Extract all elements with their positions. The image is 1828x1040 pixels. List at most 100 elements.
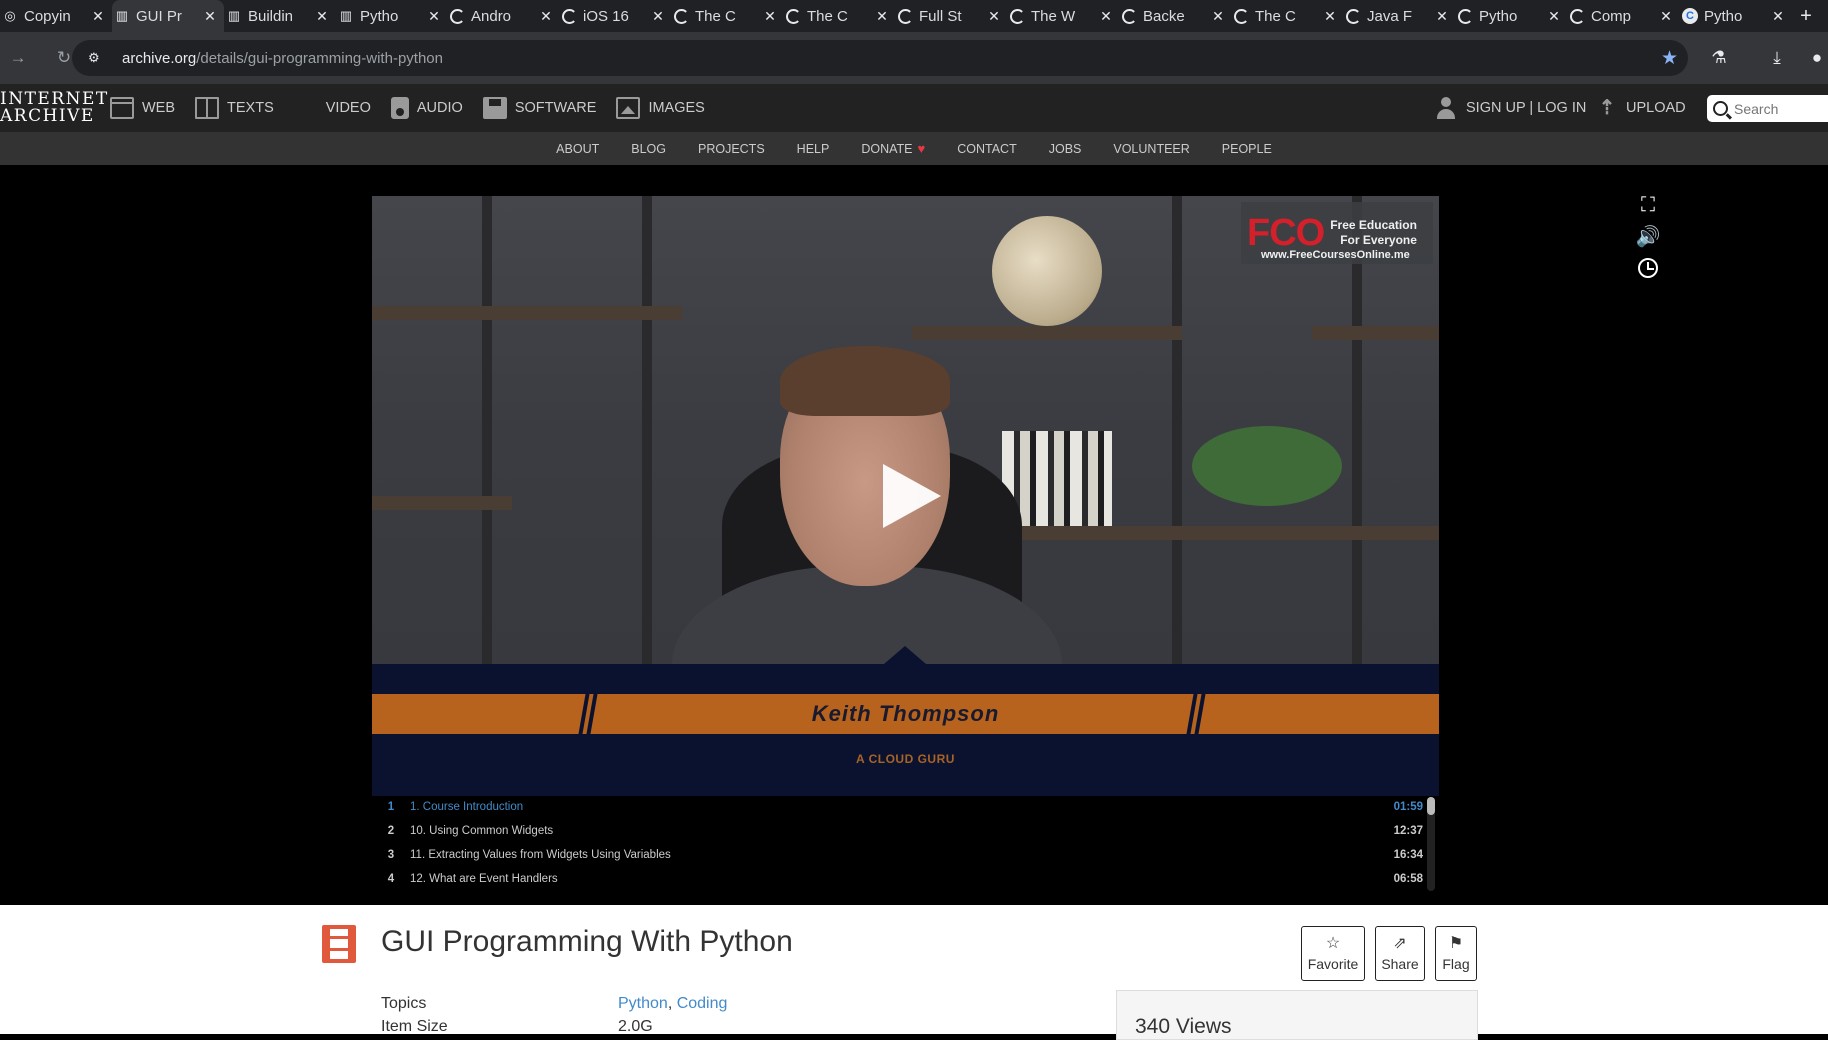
download-icon[interactable]: ⤓ bbox=[1748, 48, 1806, 68]
video-player[interactable]: FCO Free Education For Everyone www.FreeC… bbox=[372, 196, 1439, 796]
browser-tab[interactable]: The C ✕ bbox=[1232, 0, 1344, 32]
browser-tab[interactable]: Andro ✕ bbox=[448, 0, 560, 32]
media-nav-images[interactable]: IMAGES bbox=[616, 97, 705, 119]
film-icon bbox=[322, 925, 356, 963]
close-tab-icon[interactable]: ✕ bbox=[1210, 8, 1226, 25]
close-tab-icon[interactable]: ✕ bbox=[1322, 8, 1338, 25]
search-icon[interactable] bbox=[1713, 101, 1728, 116]
browser-tab[interactable]: Java F ✕ bbox=[1344, 0, 1456, 32]
google-icon bbox=[1010, 8, 1025, 24]
playlist-scrollbar[interactable] bbox=[1427, 797, 1435, 891]
address-url: archive.org/details/gui-programming-with… bbox=[122, 49, 443, 67]
shelf-pole bbox=[1172, 196, 1182, 666]
media-nav-audio[interactable]: AUDIO bbox=[390, 97, 463, 119]
playlist-item[interactable]: 3 11. Extracting Values from Widgets Usin… bbox=[372, 843, 1439, 867]
upload-link[interactable]: ⇡ UPLOAD bbox=[1598, 84, 1686, 132]
internet-archive-logo[interactable]: INTERNET ARCHIVE bbox=[0, 84, 110, 132]
google-icon bbox=[562, 8, 577, 24]
browser-tab[interactable]: Backe ✕ bbox=[1120, 0, 1232, 32]
close-tab-icon[interactable]: ✕ bbox=[314, 8, 330, 25]
close-tab-icon[interactable]: ✕ bbox=[986, 8, 1002, 25]
browser-tab[interactable]: C Pytho ✕ bbox=[1680, 0, 1792, 32]
subnav-projects[interactable]: PROJECTS bbox=[698, 142, 765, 156]
media-nav-label: SOFTWARE bbox=[514, 100, 597, 116]
media-nav-texts[interactable]: TEXTS bbox=[195, 97, 274, 119]
playlist: 1 1. Course Introduction 01:59 2 10. Using C… bbox=[372, 795, 1439, 897]
media-nav-software[interactable]: SOFTWARE bbox=[482, 97, 597, 119]
media-nav-web[interactable]: WEB bbox=[110, 97, 175, 119]
shelf bbox=[912, 326, 1182, 340]
topic-link[interactable]: Coding bbox=[677, 995, 728, 1012]
tab-title: Full St bbox=[919, 7, 962, 25]
subnav-label: CONTACT bbox=[957, 141, 1017, 156]
fullscreen-icon[interactable]: ⛶ bbox=[1641, 194, 1655, 216]
volume-icon[interactable]: 🔊 bbox=[1636, 226, 1661, 248]
browser-tab[interactable]: The C ✕ bbox=[784, 0, 896, 32]
close-tab-icon[interactable]: ✕ bbox=[538, 8, 554, 25]
tab-title: The C bbox=[807, 7, 848, 25]
shelf-pole bbox=[482, 196, 492, 666]
fco-logo-text: FCO bbox=[1247, 212, 1325, 254]
close-tab-icon[interactable]: ✕ bbox=[202, 8, 218, 25]
new-tab-button[interactable]: + bbox=[1792, 0, 1820, 32]
subnav-people[interactable]: PEOPLE bbox=[1222, 142, 1272, 156]
close-tab-icon[interactable]: ✕ bbox=[1770, 8, 1786, 25]
subnav-donate[interactable]: DONATE ♥ bbox=[861, 141, 925, 156]
subnav-help[interactable]: HELP bbox=[797, 142, 830, 156]
browser-tab[interactable]: The C ✕ bbox=[672, 0, 784, 32]
search-input[interactable] bbox=[1734, 100, 1824, 117]
lower-third-bar: Keith Thompson bbox=[372, 694, 1439, 734]
close-tab-icon[interactable]: ✕ bbox=[426, 8, 442, 25]
close-tab-icon[interactable]: ✕ bbox=[1658, 8, 1674, 25]
close-tab-icon[interactable]: ✕ bbox=[1098, 8, 1114, 25]
browser-tab[interactable]: Comp ✕ bbox=[1568, 0, 1680, 32]
bookmark-star-icon[interactable]: ★ bbox=[1661, 47, 1678, 70]
tab-title: The C bbox=[695, 7, 736, 25]
playlist-item[interactable]: 1 1. Course Introduction 01:59 bbox=[372, 795, 1439, 819]
favorite-button[interactable]: ☆ Favorite bbox=[1301, 926, 1365, 981]
play-icon[interactable] bbox=[883, 464, 941, 528]
shelf bbox=[372, 306, 682, 320]
browser-tab[interactable]: Full St ✕ bbox=[896, 0, 1008, 32]
close-tab-icon[interactable]: ✕ bbox=[650, 8, 666, 25]
sign-up-login-label: SIGN UP | LOG IN bbox=[1466, 100, 1587, 116]
browser-tab[interactable]: ▥ Buildin ✕ bbox=[224, 0, 336, 32]
google-icon bbox=[1234, 8, 1249, 24]
subnav-blog[interactable]: BLOG bbox=[631, 142, 666, 156]
playlist-item[interactable]: 4 12. What are Event Handlers 06:58 bbox=[372, 867, 1439, 891]
subnav-contact[interactable]: CONTACT bbox=[957, 142, 1017, 156]
item-metadata: Topics Python, Coding Item Size 2.0G bbox=[381, 992, 727, 1038]
browser-tab[interactable]: ◎ Copyin ✕ bbox=[0, 0, 112, 32]
browser-tab[interactable]: ▥ GUI Pr ✕ bbox=[112, 0, 224, 32]
flag-button[interactable]: ⚑ Flag bbox=[1435, 926, 1477, 981]
search-box bbox=[1707, 95, 1828, 122]
browser-tab[interactable]: iOS 16 ✕ bbox=[560, 0, 672, 32]
browser-tab[interactable]: Pytho ✕ bbox=[1456, 0, 1568, 32]
tab-title: GUI Pr bbox=[136, 7, 182, 25]
profile-icon[interactable]: ● bbox=[1806, 48, 1828, 68]
close-tab-icon[interactable]: ✕ bbox=[1546, 8, 1562, 25]
shelf bbox=[992, 526, 1439, 540]
playlist-item[interactable]: 2 10. Using Common Widgets 12:37 bbox=[372, 819, 1439, 843]
share-button[interactable]: ⇗ Share bbox=[1375, 926, 1425, 981]
browser-tab[interactable]: The W ✕ bbox=[1008, 0, 1120, 32]
close-tab-icon[interactable]: ✕ bbox=[762, 8, 778, 25]
forward-icon[interactable]: → bbox=[0, 40, 36, 76]
browser-tab[interactable]: ▥ Pytho ✕ bbox=[336, 0, 448, 32]
google-icon bbox=[898, 8, 913, 24]
close-tab-icon[interactable]: ✕ bbox=[874, 8, 890, 25]
subnav-volunteer[interactable]: VOLUNTEER bbox=[1113, 142, 1189, 156]
subnav-jobs[interactable]: JOBS bbox=[1049, 142, 1082, 156]
audio-icon bbox=[390, 97, 409, 119]
sign-up-login-link[interactable]: SIGN UP | LOG IN bbox=[1436, 84, 1586, 132]
clock-icon[interactable] bbox=[1638, 258, 1658, 278]
address-bar[interactable]: ⚙ archive.org/details/gui-programming-wi… bbox=[72, 40, 1688, 76]
topic-link[interactable]: Python bbox=[618, 995, 668, 1012]
close-tab-icon[interactable]: ✕ bbox=[90, 8, 106, 25]
media-nav-video[interactable]: VIDEO bbox=[294, 97, 690, 315]
subnav-about[interactable]: ABOUT bbox=[556, 142, 599, 156]
labs-flask-icon[interactable]: ⚗ bbox=[1690, 48, 1748, 68]
item-size-value: 2.0G bbox=[618, 1017, 653, 1035]
site-info-icon[interactable]: ⚙ bbox=[88, 50, 108, 66]
close-tab-icon[interactable]: ✕ bbox=[1434, 8, 1450, 25]
